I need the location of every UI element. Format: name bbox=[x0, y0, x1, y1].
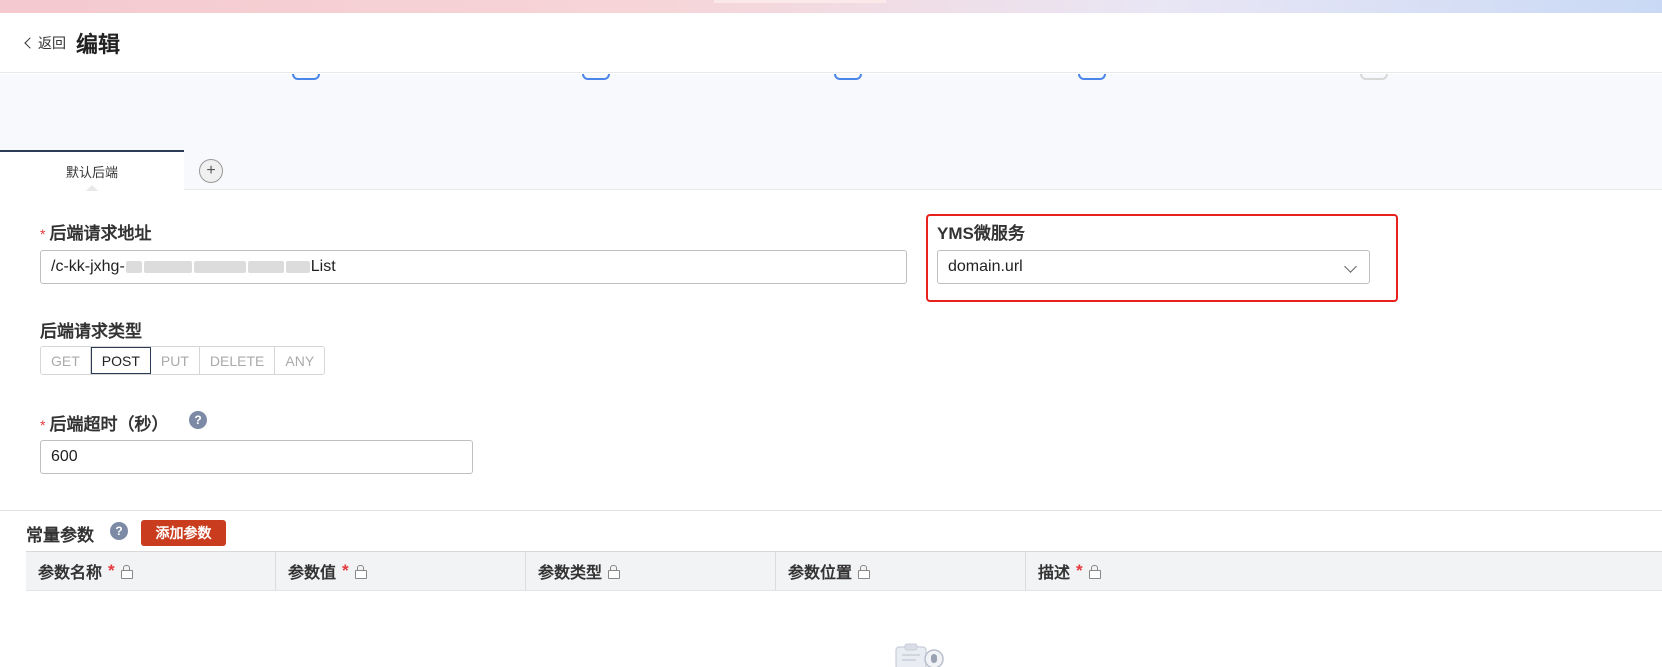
request-type-group: GET POST PUT DELETE ANY bbox=[40, 346, 326, 375]
required-mark: * bbox=[342, 561, 349, 580]
lock-icon[interactable] bbox=[354, 565, 367, 579]
constants-help-icon[interactable]: ? bbox=[110, 522, 128, 540]
required-mark: * bbox=[40, 417, 46, 433]
yms-service-label: YMS微服务 bbox=[937, 224, 1025, 243]
step-indicator bbox=[1360, 74, 1388, 80]
yms-service-select[interactable]: domain.url bbox=[937, 250, 1370, 284]
method-any[interactable]: ANY bbox=[275, 347, 325, 374]
redacted-text bbox=[125, 261, 142, 273]
backend-url-input[interactable]: /c-kk-jxhg- List bbox=[40, 250, 907, 284]
timeout-input[interactable]: 600 bbox=[40, 440, 473, 474]
lock-icon[interactable] bbox=[608, 565, 621, 579]
empty-state-icon bbox=[895, 643, 944, 667]
backend-url-label-text: 后端请求地址 bbox=[49, 224, 152, 243]
step-indicator bbox=[292, 74, 320, 80]
column-label: 参数位置 bbox=[788, 565, 853, 582]
backend-url-value-suffix: List bbox=[310, 258, 336, 275]
required-mark: * bbox=[1076, 561, 1083, 580]
method-get[interactable]: GET bbox=[41, 347, 91, 374]
step-indicator bbox=[582, 74, 610, 80]
step-indicator bbox=[1078, 74, 1106, 80]
redacted-text bbox=[143, 261, 192, 273]
timeout-label-text: 后端超时（秒） bbox=[49, 415, 169, 434]
column-header-name: 参数名称 * bbox=[26, 552, 276, 590]
backend-tabs: 默认后端 + bbox=[0, 150, 1662, 191]
page-header: 返回 编辑 bbox=[0, 13, 1662, 73]
redacted-text bbox=[247, 261, 284, 273]
back-label: 返回 bbox=[38, 35, 66, 51]
required-mark: * bbox=[108, 561, 115, 580]
steps-area bbox=[0, 74, 1662, 150]
timeout-label: * 后端超时（秒） bbox=[40, 410, 168, 435]
section-divider bbox=[0, 510, 1662, 511]
redacted-text bbox=[193, 261, 246, 273]
tab-default-backend[interactable]: 默认后端 bbox=[0, 150, 184, 191]
request-type-label: 后端请求类型 bbox=[40, 322, 142, 341]
method-put[interactable]: PUT bbox=[150, 347, 200, 374]
browser-tab bbox=[714, 0, 886, 3]
column-label: 参数名称 bbox=[38, 565, 103, 582]
lock-icon[interactable] bbox=[120, 565, 133, 579]
tab-label: 默认后端 bbox=[65, 164, 118, 180]
browser-top-strip bbox=[0, 0, 1662, 13]
page-title: 编辑 bbox=[76, 32, 121, 57]
lock-icon[interactable] bbox=[858, 565, 871, 579]
add-param-button[interactable]: 添加参数 bbox=[141, 520, 226, 546]
step-indicator bbox=[834, 74, 862, 80]
method-delete[interactable]: DELETE bbox=[199, 347, 276, 374]
column-header-value: 参数值 * bbox=[276, 552, 526, 590]
plus-icon: + bbox=[206, 162, 216, 179]
column-label: 参数类型 bbox=[538, 565, 603, 582]
column-header-position: 参数位置 bbox=[776, 552, 1026, 590]
column-header-type: 参数类型 bbox=[526, 552, 776, 590]
timeout-value: 600 bbox=[51, 448, 78, 465]
yms-service-value: domain.url bbox=[948, 258, 1023, 275]
column-label: 描述 bbox=[1038, 565, 1071, 582]
constants-title: 常量参数 bbox=[26, 526, 94, 545]
backend-url-value-prefix: /c-kk-jxhg- bbox=[51, 258, 125, 275]
redacted-text bbox=[285, 261, 310, 273]
chevron-left-icon bbox=[24, 37, 36, 49]
tab-notch bbox=[86, 185, 98, 191]
timeout-help-icon[interactable]: ? bbox=[189, 411, 207, 429]
lock-icon[interactable] bbox=[1088, 565, 1101, 579]
backend-url-label: * 后端请求地址 bbox=[40, 219, 151, 244]
column-label: 参数值 bbox=[288, 565, 337, 582]
add-tab-button[interactable]: + bbox=[199, 159, 223, 183]
column-header-description: 描述 * bbox=[1026, 552, 1662, 590]
back-button[interactable]: 返回 bbox=[22, 33, 66, 53]
params-table-header: 参数名称 * 参数值 * 参数类型 参数位置 描述 * bbox=[26, 551, 1662, 591]
chevron-down-icon bbox=[1344, 260, 1357, 273]
required-mark: * bbox=[40, 226, 46, 242]
method-post[interactable]: POST bbox=[90, 347, 151, 374]
